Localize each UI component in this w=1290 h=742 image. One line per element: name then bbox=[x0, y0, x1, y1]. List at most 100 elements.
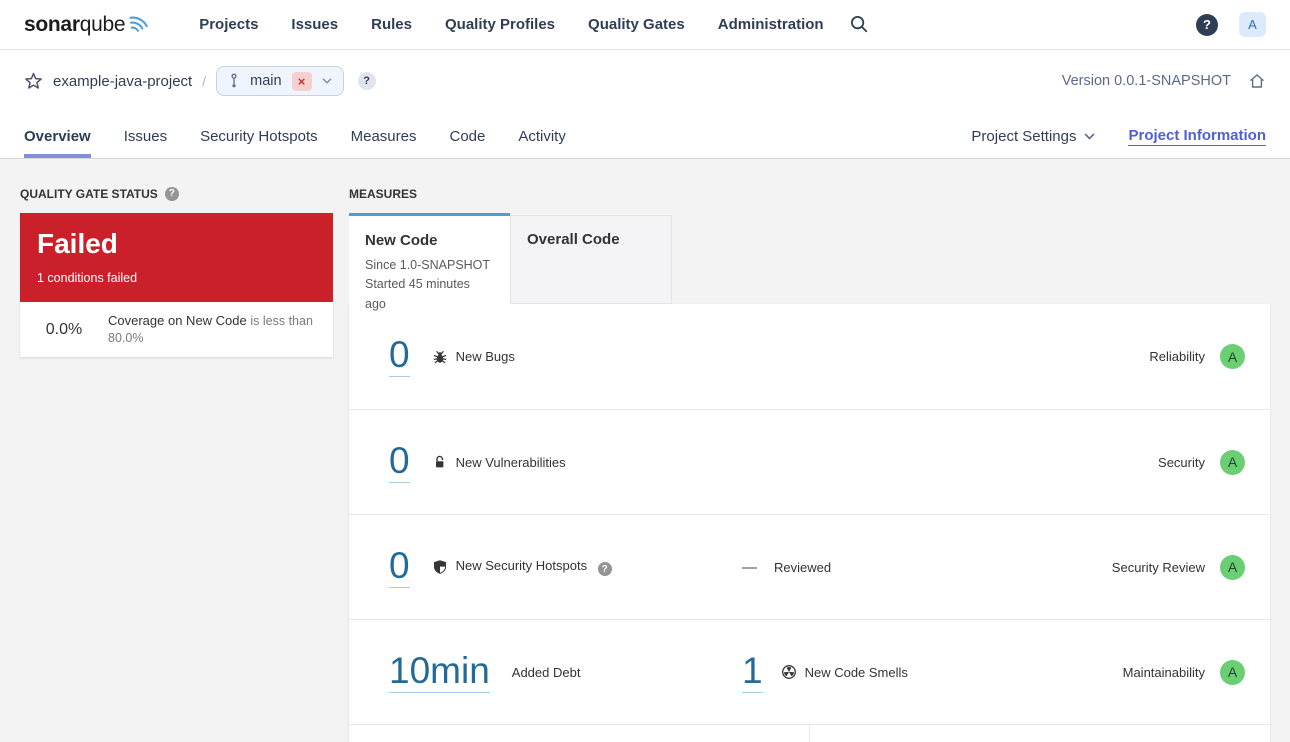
project-information-link[interactable]: Project Information bbox=[1128, 127, 1266, 146]
bug-icon bbox=[432, 349, 448, 365]
new-security-hotspots-count-link[interactable]: 0 bbox=[389, 547, 410, 588]
project-tabbar: Overview Issues Security Hotspots Measur… bbox=[0, 112, 1290, 159]
security-review-label: Security Review bbox=[1111, 559, 1205, 575]
maintainability-label: Maintainability bbox=[1122, 664, 1205, 680]
breadcrumb: example-java-project / main × ? Version … bbox=[0, 50, 1290, 112]
added-debt-link[interactable]: 10min bbox=[389, 652, 490, 693]
measure-row-bugs: 0 New Bugs Reliability A bbox=[349, 304, 1270, 409]
project-settings-menu[interactable]: Project Settings bbox=[971, 128, 1095, 145]
nav-item-issues[interactable]: Issues bbox=[291, 16, 338, 33]
new-security-hotspots-label: New Security Hotspots ? bbox=[456, 558, 612, 577]
tab-overall-code[interactable]: Overall Code bbox=[510, 215, 672, 304]
condition-metric: Coverage on New Code bbox=[108, 312, 247, 328]
branch-selector[interactable]: main × bbox=[216, 66, 344, 96]
debt-group: 10min Added Debt bbox=[389, 652, 742, 693]
quality-gate-title: QUALITY GATE STATUS bbox=[20, 186, 158, 201]
homepage-button[interactable] bbox=[1248, 72, 1266, 90]
tab-activity[interactable]: Activity bbox=[518, 128, 566, 158]
tab-code[interactable]: Code bbox=[449, 128, 485, 158]
coverage-cell bbox=[349, 725, 809, 742]
tab-overview[interactable]: Overview bbox=[24, 128, 91, 158]
tab-security-hotspots[interactable]: Security Hotspots bbox=[200, 128, 318, 158]
chevron-down-icon bbox=[322, 78, 332, 84]
quality-gate-header: QUALITY GATE STATUS ? bbox=[20, 186, 333, 201]
logo-text-light: qube bbox=[79, 12, 126, 36]
reviewed-label: Reviewed bbox=[774, 559, 832, 575]
branch-icon bbox=[231, 73, 237, 88]
navbar-right: ? A bbox=[1196, 12, 1266, 37]
vulnerabilities-group: 0 New Vulnerabilities bbox=[389, 442, 742, 483]
measures-title: MEASURES bbox=[349, 186, 418, 201]
branch-help-button[interactable]: ? bbox=[357, 72, 376, 90]
new-vulnerabilities-count-link[interactable]: 0 bbox=[389, 442, 410, 483]
new-vulnerabilities-label: New Vulnerabilities bbox=[455, 454, 566, 470]
question-icon: ? bbox=[363, 75, 370, 87]
reliability-rating-badge: A bbox=[1220, 344, 1245, 369]
breadcrumb-project-link[interactable]: example-java-project bbox=[53, 73, 192, 90]
tab-measures[interactable]: Measures bbox=[351, 128, 417, 158]
shield-icon bbox=[432, 559, 448, 575]
security-label: Security bbox=[1158, 454, 1205, 470]
tabbar-right: Project Settings Project Information bbox=[971, 127, 1266, 158]
sonarqube-logo[interactable]: sonar qube bbox=[24, 13, 152, 37]
duplications-cell bbox=[809, 725, 1270, 742]
close-icon: × bbox=[297, 73, 306, 89]
quality-gate-conditions-count: 1 conditions failed bbox=[37, 271, 138, 286]
measure-row-security-hotspots: 0 New Security Hotspots ? — Reviewed Sec… bbox=[349, 514, 1270, 619]
reliability-rating: Reliability A bbox=[1149, 344, 1245, 369]
help-button[interactable]: ? bbox=[1196, 13, 1218, 36]
measures-header: MEASURES bbox=[349, 186, 1270, 201]
hotspots-help-button[interactable]: ? bbox=[597, 562, 612, 577]
search-button[interactable] bbox=[850, 15, 869, 34]
code-smells-group: 1 New Code Smells bbox=[742, 652, 908, 693]
quality-gate-help-button[interactable]: ? bbox=[164, 186, 179, 201]
nav-item-projects[interactable]: Projects bbox=[199, 16, 258, 33]
favorite-star-button[interactable] bbox=[24, 72, 43, 90]
main-nav: Projects Issues Rules Quality Profiles Q… bbox=[199, 16, 823, 33]
measures-tabs: New Code Since 1.0-SNAPSHOT Started 45 m… bbox=[349, 213, 1270, 311]
chevron-down-icon bbox=[1085, 133, 1095, 140]
hotspots-group: 0 New Security Hotspots ? bbox=[389, 547, 742, 588]
new-code-smells-count-link[interactable]: 1 bbox=[742, 652, 763, 693]
reviewed-dash: — bbox=[742, 558, 757, 576]
search-icon bbox=[850, 16, 867, 33]
nav-item-quality-profiles[interactable]: Quality Profiles bbox=[445, 16, 555, 33]
new-bugs-count-link[interactable]: 0 bbox=[389, 336, 410, 377]
security-rating: Security A bbox=[1158, 449, 1245, 475]
home-icon bbox=[1250, 74, 1264, 88]
measure-row-maintainability: 10min Added Debt 1 New Code Smells Maint… bbox=[349, 619, 1270, 724]
breadcrumb-separator: / bbox=[202, 73, 207, 89]
bugs-group: 0 New Bugs bbox=[389, 336, 742, 377]
nav-item-quality-gates[interactable]: Quality Gates bbox=[588, 16, 685, 33]
branch-clear-button[interactable]: × bbox=[291, 71, 312, 91]
top-navbar: sonar qube Projects Issues Rules Quality… bbox=[0, 0, 1290, 50]
star-icon bbox=[25, 72, 42, 89]
quality-gate-card: Failed 1 conditions failed 0.0% Coverage… bbox=[20, 213, 333, 357]
measures-column: MEASURES New Code Since 1.0-SNAPSHOT Sta… bbox=[349, 186, 1270, 742]
new-bugs-label: New Bugs bbox=[455, 349, 515, 364]
user-avatar[interactable]: A bbox=[1239, 12, 1266, 37]
reliability-label: Reliability bbox=[1149, 349, 1205, 364]
code-smell-icon bbox=[781, 664, 797, 680]
nav-item-rules[interactable]: Rules bbox=[371, 16, 412, 33]
new-code-smells-label: New Code Smells bbox=[804, 664, 908, 680]
question-icon: ? bbox=[168, 188, 175, 199]
measure-row-partial bbox=[349, 724, 1270, 742]
tab-new-code[interactable]: New Code Since 1.0-SNAPSHOT Started 45 m… bbox=[349, 213, 510, 311]
overview-content: QUALITY GATE STATUS ? Failed 1 condition… bbox=[0, 159, 1290, 742]
quality-gate-column: QUALITY GATE STATUS ? Failed 1 condition… bbox=[20, 186, 333, 742]
branch-name: main bbox=[250, 73, 282, 89]
overall-code-label: Overall Code bbox=[527, 231, 620, 248]
avatar-letter: A bbox=[1248, 17, 1257, 32]
nav-item-administration[interactable]: Administration bbox=[718, 16, 824, 33]
measure-row-vulnerabilities: 0 New Vulnerabilities Security A bbox=[349, 409, 1270, 514]
logo-text-bold: sonar bbox=[24, 12, 80, 36]
new-code-started: Started 45 minutes ago bbox=[365, 277, 470, 311]
maintainability-rating: Maintainability A bbox=[1122, 659, 1245, 685]
quality-gate-status: Failed bbox=[37, 228, 118, 259]
new-code-since: Since 1.0-SNAPSHOT bbox=[365, 258, 491, 272]
security-review-rating: Security Review A bbox=[1111, 554, 1245, 580]
security-rating-badge: A bbox=[1220, 449, 1245, 475]
reviewed-group: — Reviewed bbox=[742, 559, 831, 576]
tab-issues[interactable]: Issues bbox=[124, 128, 167, 158]
